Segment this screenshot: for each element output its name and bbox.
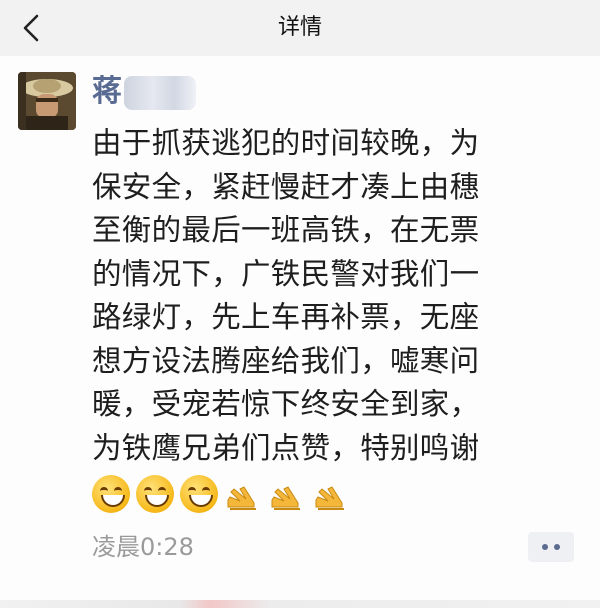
more-dots-icon	[542, 544, 548, 550]
content-line: 路绿灯，先上车再补票，无座	[92, 300, 480, 334]
nav-bar: 详情	[0, 0, 600, 56]
content-line: 的情况下，广铁民警对我们一	[92, 256, 480, 291]
smile-icon	[136, 475, 174, 513]
post-content: 由于抓获逃犯的时间较晚，为 保安全，紧赶慢赶才凑上由穗 至衡的最后一班高铁，在无…	[92, 122, 572, 470]
clap-icon	[227, 486, 256, 510]
smile-icon	[92, 475, 130, 513]
post-timestamp: 凌晨0:28	[92, 533, 194, 561]
smile-icon	[180, 475, 218, 513]
avatar[interactable]	[18, 72, 76, 130]
content-line: 为铁鹰兄弟们点赞，特别鸣谢	[92, 430, 480, 465]
avatar-image	[18, 72, 76, 130]
content-line: 由于抓获逃犯的时间较晚，为	[92, 126, 480, 160]
moment-post: 蒋 由于抓获逃犯的时间较晚，为 保安全，紧赶慢赶才凑上由穗 至衡的最后一班高铁，…	[0, 56, 600, 608]
blurred-name-mask	[124, 75, 196, 110]
content-line: 保安全，紧赶慢赶才凑上由穗	[92, 169, 480, 204]
page-title: 详情	[277, 15, 322, 40]
author-name-text: 蒋	[92, 74, 122, 109]
emoji-row	[92, 474, 350, 514]
content-line: 暖，受宠若惊下终安全到家，	[92, 387, 480, 421]
more-actions-button[interactable]	[528, 532, 574, 562]
content-line: 想方设法腾座给我们，嘘寒问	[92, 343, 480, 378]
clap-icon	[315, 486, 344, 510]
clap-icon	[271, 486, 300, 510]
more-dots-icon	[554, 544, 560, 550]
content-line: 至衡的最后一班高铁，在无票	[92, 213, 480, 247]
author-name[interactable]: 蒋	[92, 72, 196, 112]
likes-strip	[0, 600, 600, 608]
